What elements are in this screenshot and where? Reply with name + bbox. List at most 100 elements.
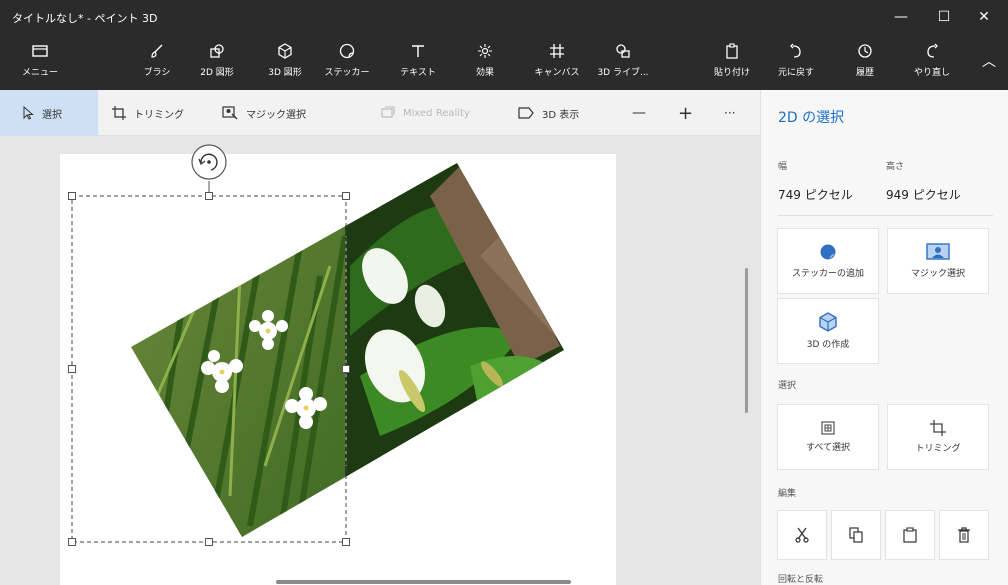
crop-icon — [930, 420, 946, 436]
canvas-button[interactable]: キャンバス — [527, 42, 587, 84]
cut-icon — [795, 527, 809, 543]
magic-select-panel-button[interactable]: マジック選択 — [887, 228, 989, 294]
more-options-button[interactable]: ··· — [724, 90, 735, 136]
paste-icon — [903, 527, 917, 543]
undo-button[interactable]: 元に戻す — [766, 42, 826, 84]
rotated-photo[interactable] — [120, 156, 575, 556]
height-label: 高さ — [886, 162, 905, 172]
width-value[interactable]: 749 ピクセル — [778, 186, 853, 203]
select-all-icon — [821, 421, 835, 435]
3d-library-icon — [613, 42, 633, 60]
toolbar-label: ステッカー — [324, 68, 370, 78]
plus-icon: + — [678, 102, 694, 124]
crop-label: トリミング — [134, 109, 184, 121]
toolbar-label: 3D 図形 — [268, 68, 302, 78]
3d-library-button[interactable]: 3D ライブ... — [593, 42, 653, 84]
trash-icon — [958, 527, 970, 543]
history-icon — [855, 42, 875, 60]
effects-icon — [475, 42, 495, 60]
paste-panel-button[interactable] — [885, 510, 935, 560]
zoom-out-button[interactable]: — — [632, 90, 646, 136]
history-button[interactable]: 履歴 — [835, 42, 895, 84]
resize-handle[interactable] — [342, 365, 350, 373]
add-sticker-button[interactable]: ステッカーの追加 — [777, 228, 879, 294]
section-rotate-heading: 回転と反転 — [778, 575, 824, 585]
properties-panel: 2D の選択 幅 749 ピクセル 高さ 949 ピクセル ステッカーの追加 マ… — [760, 90, 1008, 585]
stickers-icon — [337, 42, 357, 60]
rotate-handle-icon[interactable] — [191, 144, 227, 180]
horizontal-scrollbar[interactable] — [276, 580, 571, 584]
3d-shapes-button[interactable]: 3D 図形 — [255, 42, 315, 84]
resize-handle[interactable] — [68, 192, 76, 200]
close-icon: ✕ — [978, 9, 990, 25]
text-tool-button[interactable]: テキスト — [388, 42, 448, 84]
chevron-up-icon: ︿ — [982, 54, 996, 70]
copy-button[interactable] — [831, 510, 881, 560]
crop-panel-label: トリミング — [915, 444, 961, 454]
title-bar: タイトルなし* - ペイント 3D — ☐ ✕ — [0, 0, 1008, 34]
section-edit-heading: 編集 — [778, 489, 797, 499]
sticker-icon — [820, 244, 836, 260]
3d-shapes-icon — [275, 42, 295, 60]
2d-shapes-button[interactable]: 2D 図形 — [187, 42, 247, 84]
zoom-in-button[interactable]: + — [678, 90, 693, 136]
brush-tool-button[interactable]: ブラシ — [127, 42, 187, 84]
text-icon — [408, 42, 428, 60]
select-command[interactable]: 選択 — [0, 90, 98, 136]
crop-panel-button[interactable]: トリミング — [887, 404, 989, 470]
menu-button[interactable]: メニュー — [10, 42, 70, 84]
delete-button[interactable] — [939, 510, 989, 560]
resize-handle[interactable] — [205, 192, 213, 200]
3d-view-command[interactable]: 3D 表示 — [518, 90, 579, 136]
crop-command[interactable]: トリミング — [112, 90, 184, 136]
copy-icon — [849, 527, 863, 543]
resize-handle[interactable] — [342, 538, 350, 546]
command-bar: 選択 トリミング マジック選択 Mixed Reality 3D 表示 — + … — [0, 90, 760, 136]
stickers-button[interactable]: ステッカー — [317, 42, 377, 84]
mixed-reality-command[interactable]: Mixed Reality — [381, 90, 470, 136]
section-select-heading: 選択 — [778, 381, 797, 391]
toolbar-label: テキスト — [400, 68, 436, 78]
width-label: 幅 — [778, 162, 788, 172]
resize-handle[interactable] — [68, 538, 76, 546]
cube-icon — [819, 312, 837, 332]
add-sticker-label: ステッカーの追加 — [791, 269, 864, 279]
toolbar-label: 貼り付け — [713, 68, 750, 78]
collapse-toolbar-button[interactable]: ︿ — [970, 44, 1008, 78]
select-all-label: すべて選択 — [805, 443, 850, 453]
brush-icon — [147, 42, 167, 60]
crop-icon — [112, 106, 126, 120]
work-area — [0, 136, 760, 585]
menu-folder-icon — [30, 42, 50, 60]
select-all-button[interactable]: すべて選択 — [777, 404, 879, 470]
3d-view-icon — [518, 107, 534, 119]
window-title: タイトルなし* - ペイント 3D — [12, 12, 158, 25]
toolbar-label: 2D 図形 — [200, 68, 234, 78]
vertical-scrollbar[interactable] — [745, 268, 748, 413]
height-value[interactable]: 949 ピクセル — [886, 186, 961, 203]
redo-button[interactable]: やり直し — [902, 42, 962, 84]
minus-icon: — — [632, 105, 646, 121]
toolbar-label: やり直し — [913, 68, 950, 78]
magic-select-icon — [222, 106, 238, 120]
divider — [778, 215, 993, 216]
magic-select-label: マジック選択 — [246, 109, 306, 121]
paste-icon — [722, 42, 742, 60]
cut-button[interactable] — [777, 510, 827, 560]
resize-handle[interactable] — [342, 192, 350, 200]
resize-handle[interactable] — [68, 365, 76, 373]
maximize-button[interactable]: ☐ — [925, 0, 963, 34]
toolbar-label: 履歴 — [855, 68, 874, 78]
toolbar-label: 3D ライブ... — [597, 68, 649, 78]
undo-icon — [786, 42, 806, 60]
toolbar-label: 元に戻す — [777, 68, 814, 78]
minimize-button[interactable]: — — [882, 0, 920, 34]
resize-handle[interactable] — [205, 538, 213, 546]
3d-view-label: 3D 表示 — [542, 109, 580, 121]
paste-button[interactable]: 貼り付け — [702, 42, 762, 84]
effects-button[interactable]: 効果 — [455, 42, 515, 84]
make-3d-button[interactable]: 3D の作成 — [777, 298, 879, 364]
magic-select-command[interactable]: マジック選択 — [222, 90, 306, 136]
close-button[interactable]: ✕ — [965, 0, 1003, 34]
redo-icon — [922, 42, 942, 60]
